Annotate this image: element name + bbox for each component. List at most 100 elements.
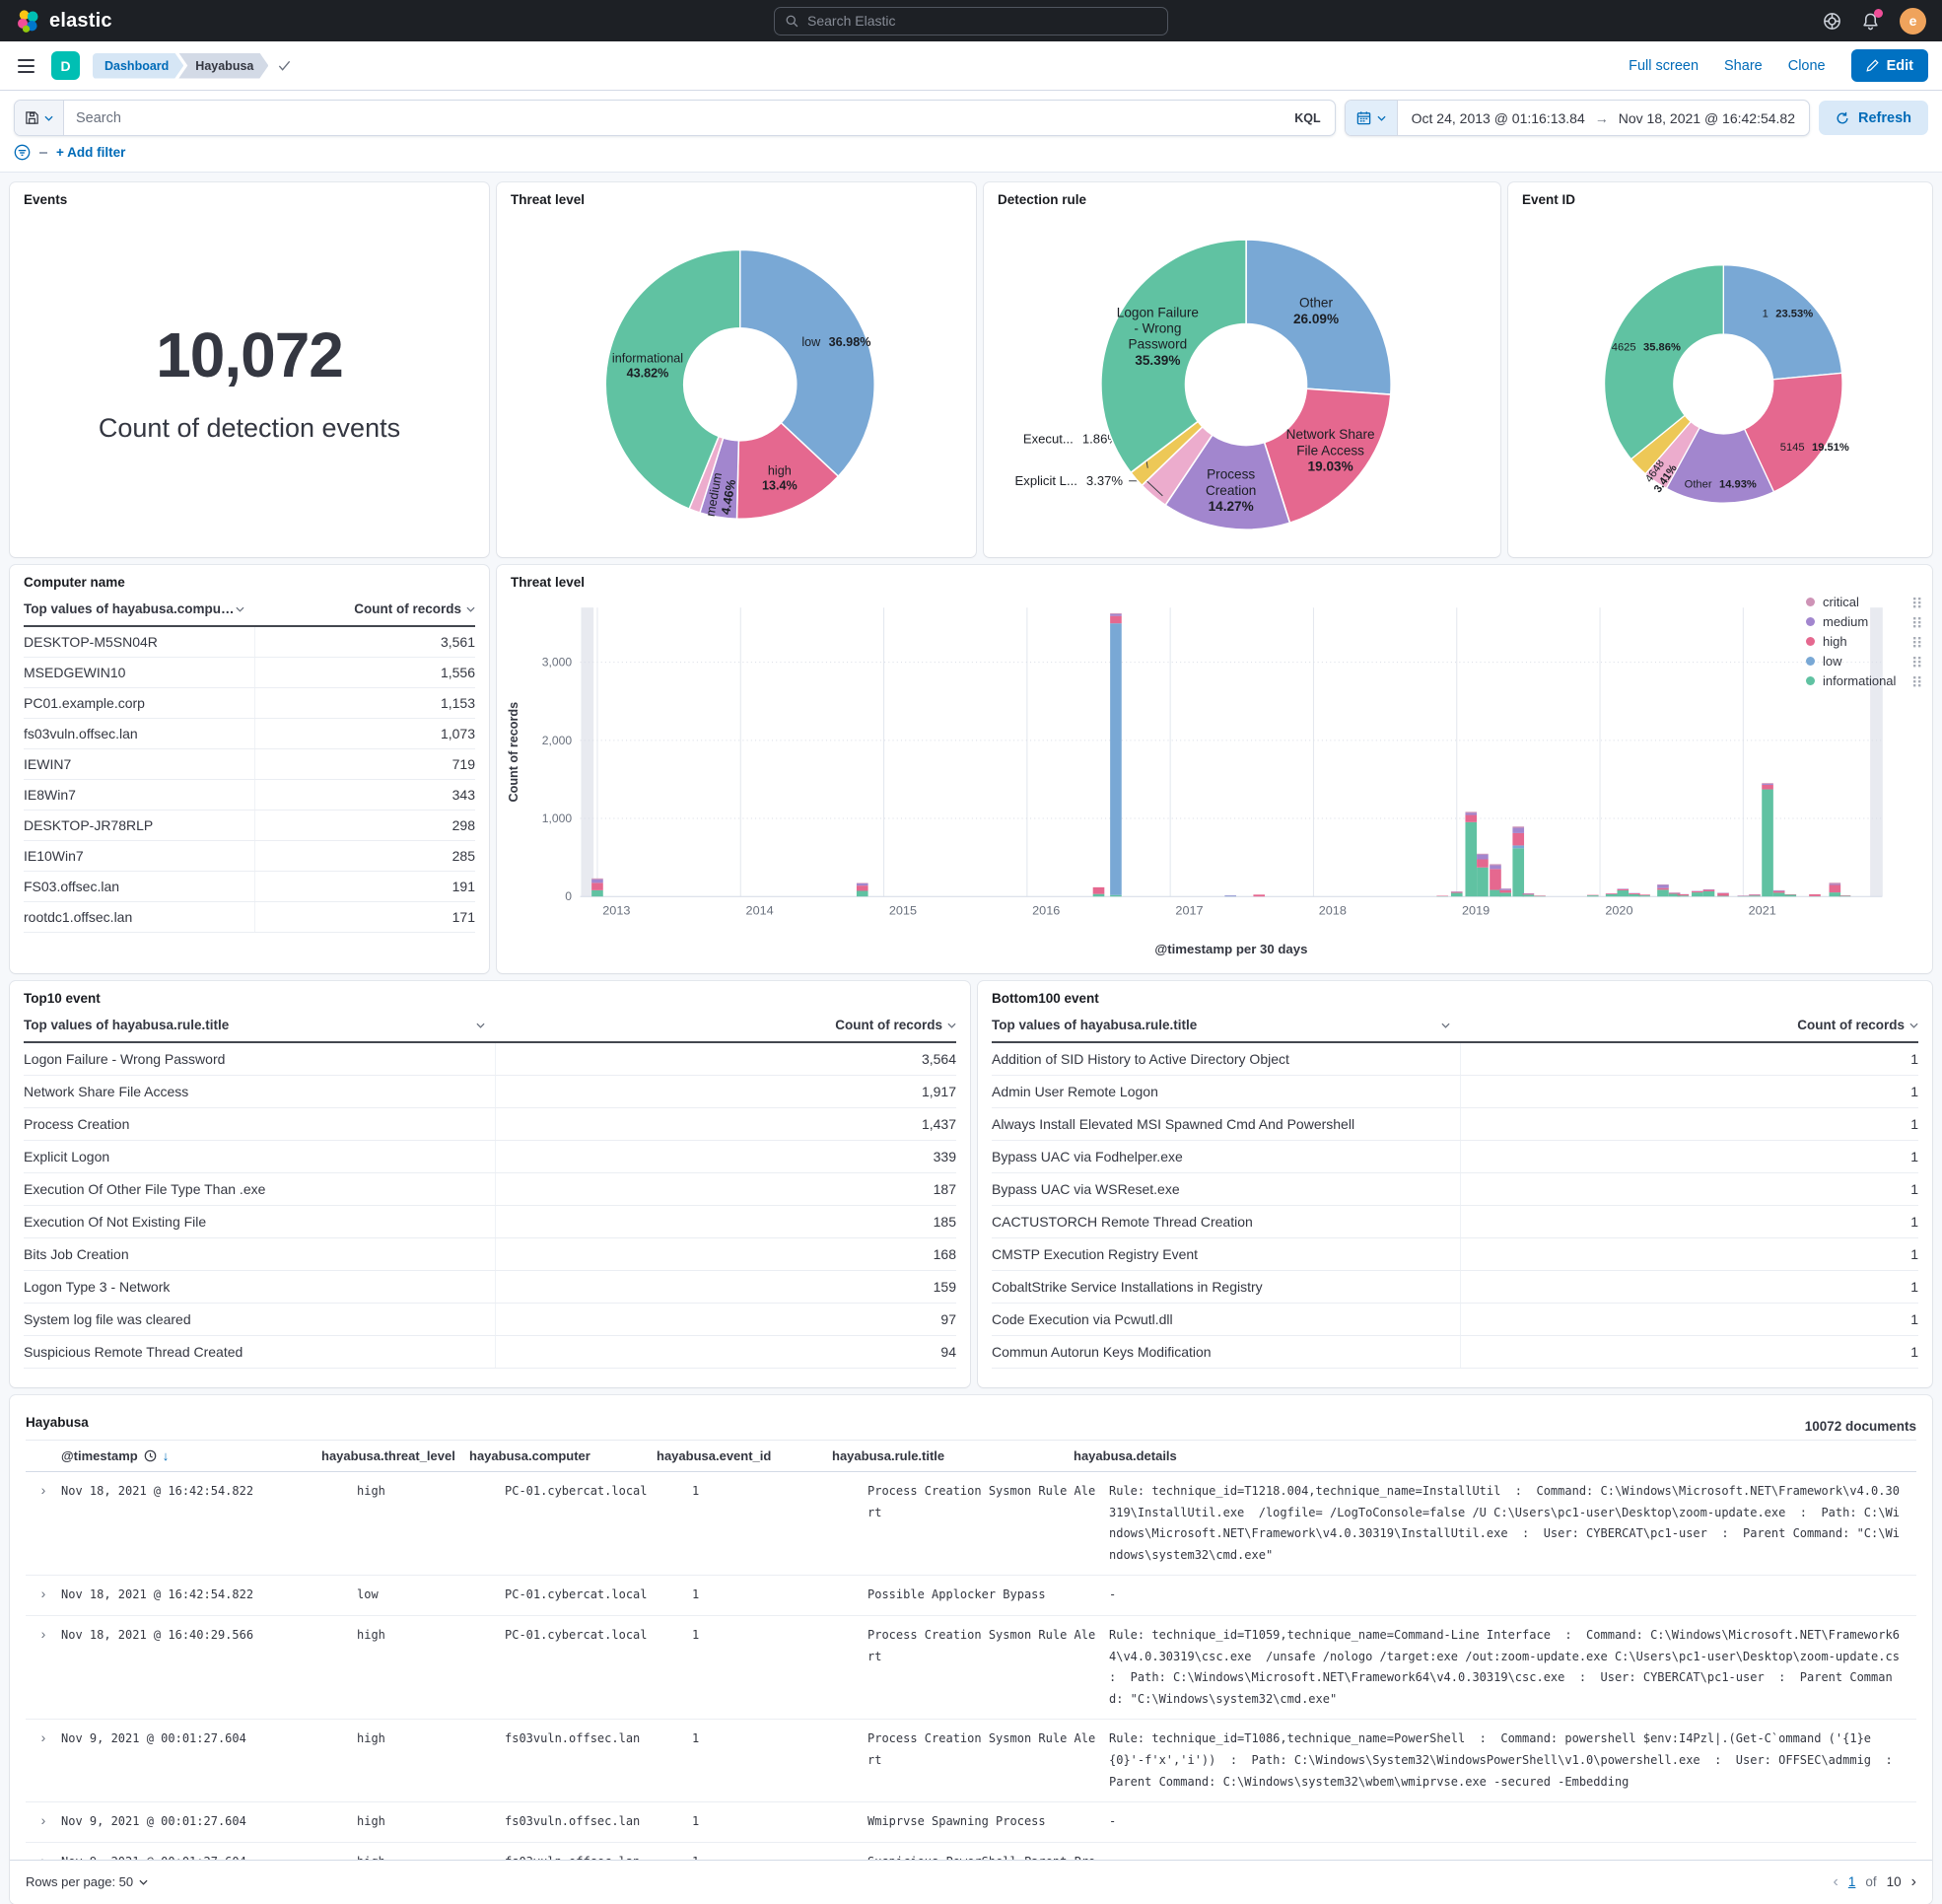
kql-search-input[interactable]: Search KQL (14, 100, 1336, 136)
bar-segment-high[interactable] (1110, 616, 1122, 624)
bar-segment-informational[interactable] (1587, 895, 1599, 896)
bar-segment-high[interactable] (1093, 887, 1105, 894)
breadcrumb-hayabusa[interactable]: Hayabusa (178, 53, 268, 79)
bar-segment-high[interactable] (1717, 893, 1729, 896)
bar-segment-high[interactable] (1617, 889, 1629, 890)
table-row[interactable]: Explicit Logon339 (24, 1141, 956, 1173)
legend-actions-icon[interactable] (1912, 636, 1922, 648)
bar-segment-medium[interactable] (1512, 828, 1524, 833)
refresh-button[interactable]: Refresh (1819, 101, 1928, 135)
bar-segment-high[interactable] (1669, 893, 1681, 894)
table-row[interactable]: Addition of SID History to Active Direct… (992, 1043, 1918, 1076)
table-row[interactable]: Commun Autorun Keys Modification1 (992, 1336, 1918, 1369)
table-row[interactable]: Bits Job Creation168 (24, 1238, 956, 1271)
table-row[interactable]: MSEDGEWIN101,556 (24, 658, 475, 688)
sort-chevron-icon[interactable] (1441, 1023, 1450, 1028)
column-header[interactable]: Count of records (354, 601, 461, 616)
date-to[interactable]: Nov 18, 2021 @ 16:42:54.82 (1619, 110, 1795, 126)
column-header[interactable]: Top values of hayabusa.rule.title (992, 1018, 1197, 1032)
date-from[interactable]: Oct 24, 2013 @ 01:16:13.84 (1412, 110, 1585, 126)
bar-segment-high[interactable] (1638, 894, 1650, 895)
bar-segment-informational[interactable] (1617, 890, 1629, 896)
sort-descending-icon[interactable]: ↓ (163, 1448, 170, 1463)
table-row[interactable]: rootdc1.offsec.lan171 (24, 902, 475, 933)
bar-segment-informational[interactable] (1678, 895, 1690, 896)
bar-segment-high[interactable] (1253, 894, 1265, 896)
table-row[interactable]: Process Creation1,437 (24, 1108, 956, 1141)
pie-slice-1[interactable] (1723, 265, 1841, 380)
legend-item-critical[interactable]: critical (1806, 595, 1922, 609)
bar-segment-high[interactable] (1657, 888, 1669, 890)
sort-chevron-icon[interactable] (236, 606, 244, 612)
bar-segment-critical[interactable] (1762, 783, 1773, 784)
bar-segment-high[interactable] (1490, 869, 1501, 889)
bar-segment-high[interactable] (1477, 860, 1489, 868)
bar-segment-high[interactable] (1692, 891, 1703, 892)
table-row[interactable]: Network Share File Access1,917 (24, 1076, 956, 1108)
bar-segment-high[interactable] (1465, 815, 1477, 822)
column-header[interactable]: hayabusa.details (1074, 1448, 1916, 1463)
bar-segment-medium[interactable] (1490, 866, 1501, 870)
edit-button[interactable]: Edit (1851, 49, 1928, 82)
bar-segment-informational[interactable] (1773, 892, 1785, 896)
table-row[interactable]: CACTUSTORCH Remote Thread Creation1 (992, 1206, 1918, 1238)
table-row[interactable]: Always Install Elevated MSI Spawned Cmd … (992, 1108, 1918, 1141)
bar-segment-informational[interactable] (1703, 891, 1715, 896)
bar-segment-high[interactable] (1749, 894, 1761, 895)
calendar-menu[interactable] (1346, 101, 1398, 135)
table-row[interactable]: Bypass UAC via WSReset.exe1 (992, 1173, 1918, 1206)
bar-segment-informational[interactable] (1657, 889, 1669, 896)
bar-segment-informational[interactable] (1762, 790, 1773, 897)
column-header[interactable]: hayabusa.event_id (657, 1448, 832, 1463)
bar-segment-low[interactable] (1110, 623, 1122, 895)
bar-segment-critical[interactable] (591, 879, 603, 880)
sort-chevron-icon[interactable] (1909, 1023, 1918, 1028)
clone-link[interactable]: Clone (1788, 58, 1826, 74)
query-language-badge[interactable]: KQL (1281, 111, 1334, 125)
expand-row-button[interactable]: › (41, 1481, 46, 1566)
bar-segment-informational[interactable] (1110, 895, 1122, 896)
bar-segment-critical[interactable] (1110, 613, 1122, 614)
table-row[interactable]: CMSTP Execution Registry Event1 (992, 1238, 1918, 1271)
bar-segment-high[interactable] (1762, 785, 1773, 790)
column-header[interactable]: Top values of hayabusa.rule.title (24, 1018, 229, 1032)
column-header[interactable]: hayabusa.threat_level (321, 1448, 469, 1463)
expand-row-button[interactable]: › (41, 1585, 46, 1606)
column-header-timestamp[interactable]: @timestamp (61, 1448, 138, 1463)
bar-segment-informational[interactable] (1477, 868, 1489, 896)
help-icon[interactable] (1823, 12, 1841, 31)
bar-segment-informational[interactable] (1692, 892, 1703, 896)
bar-segment-informational[interactable] (1490, 890, 1501, 897)
bar-segment-low[interactable] (1512, 845, 1524, 848)
bar-segment-informational[interactable] (1839, 896, 1851, 897)
global-search-input[interactable]: Search Elastic (774, 7, 1168, 35)
threat-level-donut-chart[interactable]: low36.98%high13.4%medium4.46%information… (497, 207, 976, 556)
column-header[interactable]: hayabusa.computer (469, 1448, 657, 1463)
table-row[interactable]: IE10Win7285 (24, 841, 475, 872)
bar-segment-informational[interactable] (591, 890, 603, 896)
bar-segment-medium[interactable] (1830, 884, 1841, 885)
bar-segment-high[interactable] (1523, 894, 1535, 895)
bar-segment-high[interactable] (857, 885, 868, 890)
legend-actions-icon[interactable] (1912, 656, 1922, 668)
bar-segment-informational[interactable] (1523, 894, 1535, 896)
bar-segment-medium[interactable] (1110, 614, 1122, 616)
column-header[interactable]: Count of records (835, 1018, 942, 1032)
user-avatar[interactable]: e (1900, 8, 1926, 35)
legend-actions-icon[interactable] (1912, 675, 1922, 687)
bar-segment-informational[interactable] (1749, 895, 1761, 896)
bar-segment-high[interactable] (1499, 890, 1511, 893)
bar-segment-high[interactable] (1703, 889, 1715, 891)
breadcrumb-dashboard[interactable]: Dashboard (93, 53, 183, 79)
expand-row-button[interactable]: › (41, 1625, 46, 1710)
legend-item-low[interactable]: low (1806, 654, 1922, 669)
sort-chevron-icon[interactable] (947, 1023, 956, 1028)
table-row[interactable]: System log file was cleared97 (24, 1304, 956, 1336)
space-badge[interactable]: D (51, 51, 80, 80)
legend-item-high[interactable]: high (1806, 634, 1922, 649)
table-row[interactable]: FS03.offsec.lan191 (24, 872, 475, 902)
table-row[interactable]: Logon Failure - Wrong Password3,564 (24, 1043, 956, 1076)
bar-segment-medium[interactable] (591, 880, 603, 883)
bar-segment-low[interactable] (1224, 896, 1236, 897)
bar-segment-informational[interactable] (857, 891, 868, 897)
